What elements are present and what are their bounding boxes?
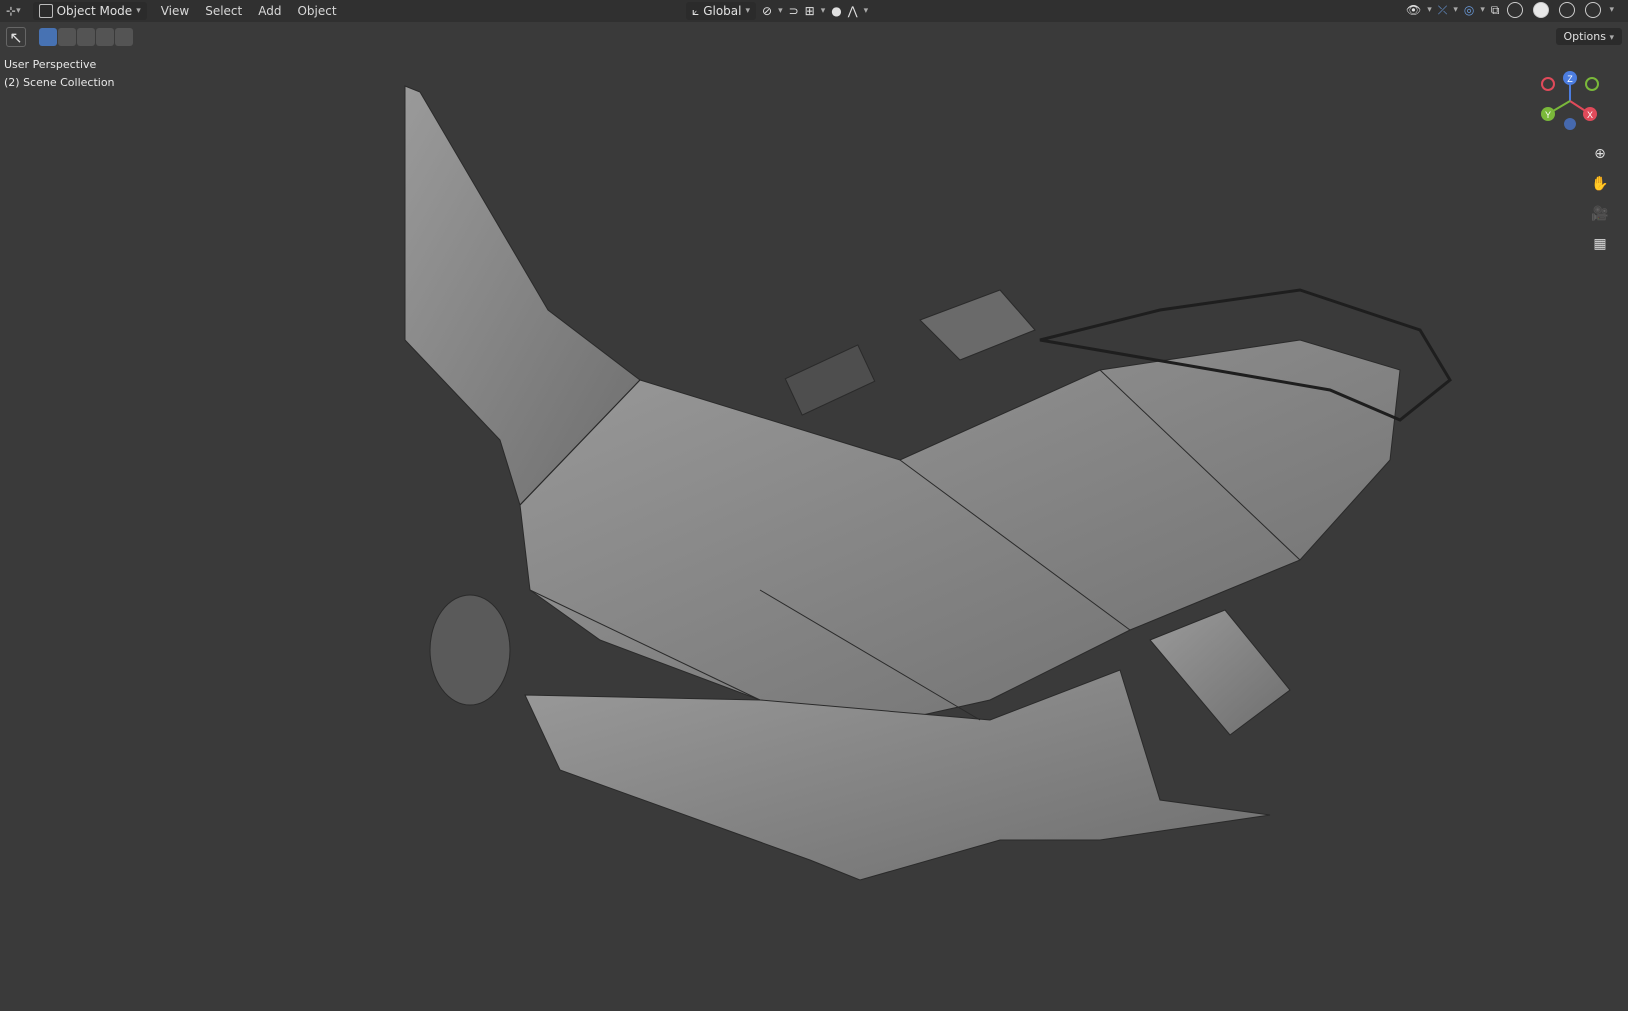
gizmo-label-y: Y [1545, 110, 1551, 120]
right-wing [1149, 609, 1291, 736]
gizmo-label-x: X [1587, 110, 1593, 120]
zoom-icon[interactable]: ⊕ [1588, 142, 1612, 166]
navigation-gizmo[interactable]: Z X Y [1530, 66, 1610, 136]
viewport-3d-model[interactable] [0, 0, 1628, 1011]
gizmo-label-z: Z [1567, 74, 1573, 84]
gizmo-neg-y[interactable] [1585, 77, 1599, 91]
canopy-panel [919, 289, 1036, 361]
engine [429, 594, 511, 706]
camera-icon[interactable]: 🎥 [1588, 202, 1612, 226]
gizmo-neg-z[interactable] [1564, 118, 1576, 130]
grid-icon[interactable]: ▦ [1588, 232, 1612, 256]
pan-hand-icon[interactable]: ✋ [1588, 172, 1612, 196]
gizmo-neg-x[interactable] [1541, 77, 1555, 91]
top-gun [784, 344, 876, 416]
